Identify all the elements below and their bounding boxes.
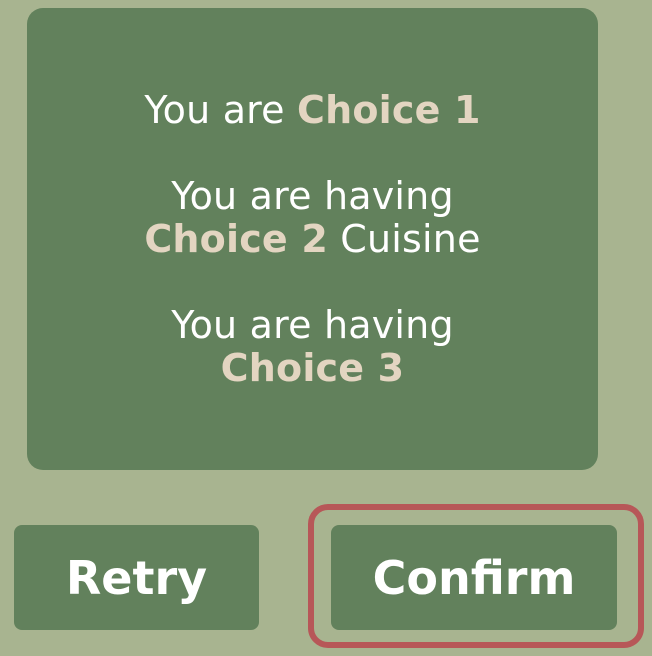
summary-line-1: You are Choice 1 — [144, 87, 481, 132]
summary-line-3-prefix: You are having — [171, 302, 454, 347]
summary-line-1-prefix: You are — [144, 87, 285, 132]
summary-line-2-prefix: You are having — [171, 173, 454, 218]
choice-1-value: Choice 1 — [297, 87, 481, 132]
choice-2-value: Choice 2 — [144, 216, 328, 261]
cuisine-label: Cuisine — [340, 216, 481, 261]
summary-line-2: Choice 2 Cuisine — [144, 216, 481, 261]
retry-button[interactable]: Retry — [14, 525, 259, 630]
confirm-button[interactable]: Confirm — [331, 525, 617, 630]
summary-card: You are Choice 1 You are having Choice 2… — [27, 8, 598, 470]
choice-3-value: Choice 3 — [220, 345, 405, 390]
